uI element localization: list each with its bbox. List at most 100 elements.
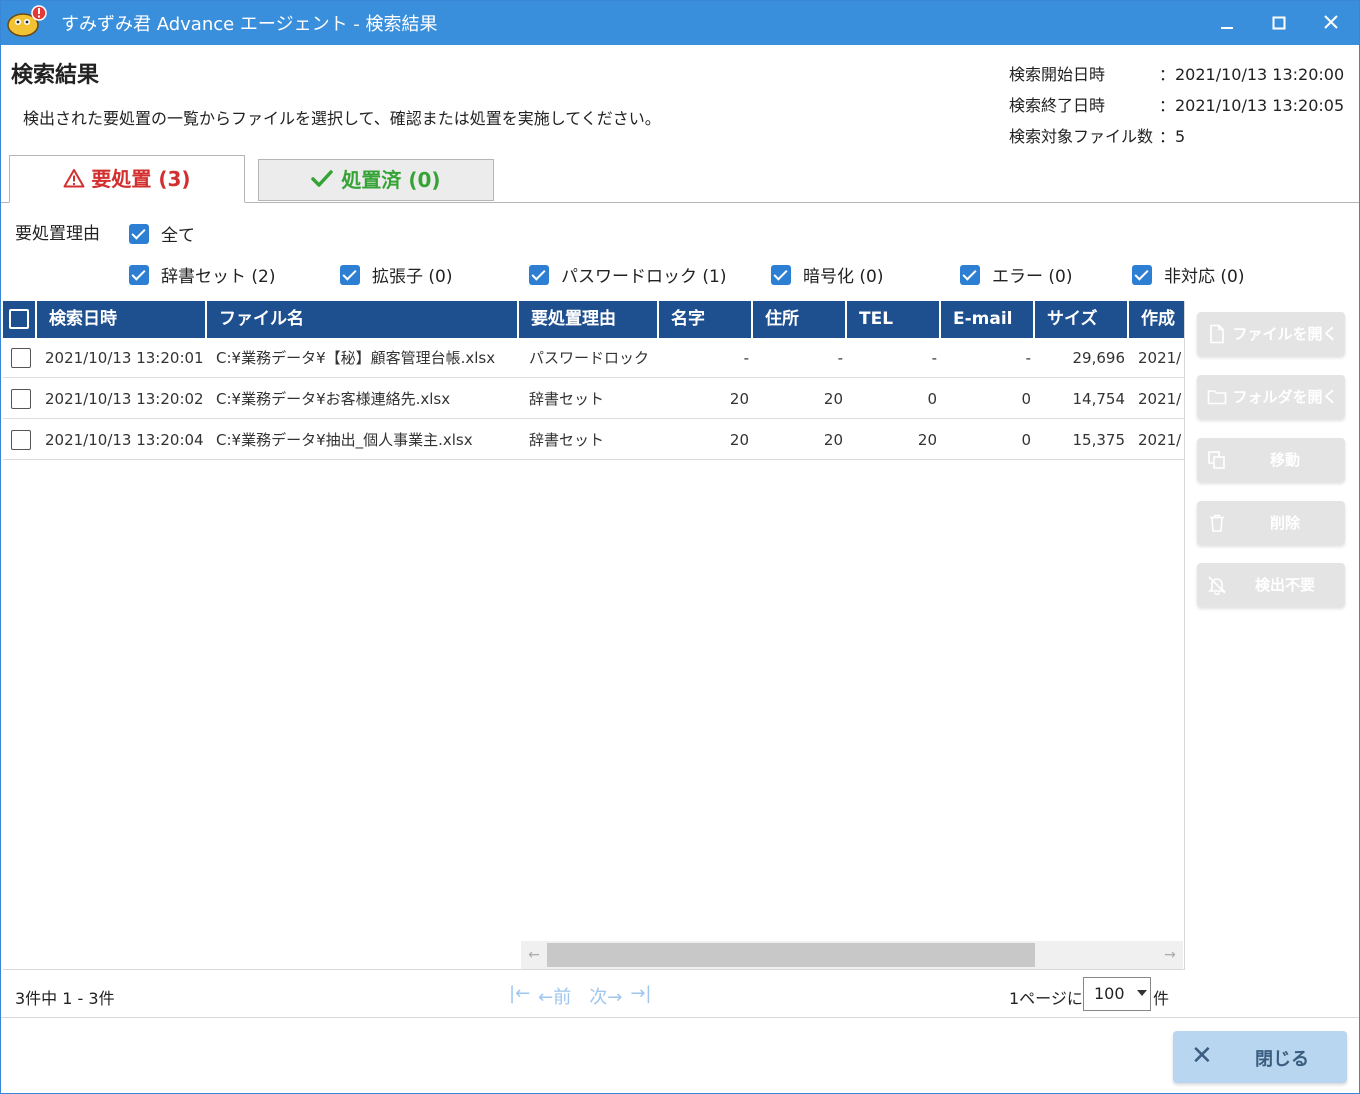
move-button[interactable]: 移動 [1197,438,1345,482]
page-description: 検出された要処置の一覧からファイルを選択して、確認または処置を実施してください。 [23,109,661,128]
column-header[interactable]: 名字 [659,301,753,338]
tab-label: 要処置 (3) [91,167,191,191]
cell-email: 0 [1021,390,1031,408]
button-label: 閉じる [1255,1049,1309,1070]
cell-address: 20 [823,390,843,408]
checkbox-label: パスワードロック (1) [561,267,727,287]
row-checkbox[interactable] [11,348,31,368]
app-logo-icon [7,5,47,37]
meta-label: 検索開始日時 [1009,65,1106,84]
cell-email: 0 [1021,431,1031,449]
checkbox-checked-icon [129,264,149,285]
meta-value: ：5 [1159,127,1186,146]
button-label: 検出不要 [1254,576,1315,594]
filter-label: 要処置理由 [15,224,100,244]
row-checkbox[interactable] [11,430,31,450]
open-folder-button[interactable]: フォルダを開く [1197,375,1345,419]
bell-off-icon [1208,576,1226,595]
button-label: 移動 [1269,451,1300,469]
column-header[interactable]: 住所 [753,301,847,338]
filter-unsupported-checkbox[interactable]: 非対応 (0) [1132,262,1244,287]
button-label: 削除 [1269,514,1300,532]
search-start-time: 検索開始日時 ：2021/10/13 13:20:00 [1009,61,1344,85]
scroll-left-icon[interactable]: ← [521,941,547,969]
footer-divider [3,969,1185,970]
checkbox-checked-icon [960,264,980,285]
cell-reason: 辞書セット [529,431,605,449]
no-detection-button[interactable]: 検出不要 [1197,563,1345,607]
title-bar[interactable]: すみずみ君 Advance エージェント - 検索結果 [1,1,1359,45]
checkbox-checked-icon [340,264,360,285]
column-header[interactable]: 要処置理由 [519,301,659,338]
row-checkbox[interactable] [11,389,31,409]
pager: |← ←前 次→ →| [509,983,652,1009]
delete-button[interactable]: 削除 [1197,501,1345,545]
close-button[interactable]: ✕ 閉じる [1173,1031,1347,1083]
filter-extension-checkbox[interactable]: 拡張子 (0) [340,262,452,287]
column-header[interactable]: TEL [847,301,941,338]
next-page-button[interactable]: 次→ [589,983,622,1009]
cell-tel: - [931,349,937,367]
scrollbar-thumb[interactable] [547,943,1035,967]
table-row[interactable]: 2021/10/13 13:20:01 C:¥業務データ¥【秘】顧客管理台帳.x… [3,338,1184,378]
bottom-divider [1,1017,1359,1018]
column-header[interactable]: 検索日時 [37,301,207,338]
result-grid: 検索日時 ファイル名 要処置理由 名字 住所 TEL E-mail サイズ 作成… [3,301,1185,969]
checkbox-label: エラー (0) [992,267,1073,287]
tab-action-required[interactable]: 要処置 (3) [9,155,245,203]
filter-all-checkbox[interactable]: 全て [129,221,195,246]
cell-size: 15,375 [1072,431,1126,449]
cell-file-name: C:¥業務データ¥お客様連絡先.xlsx [216,390,451,408]
close-icon[interactable] [1311,9,1351,37]
meta-label: 検索終了日時 [1009,96,1106,115]
close-x-icon: ✕ [1191,1041,1213,1071]
checkbox-checked-icon [771,264,791,285]
search-end-time: 検索終了日時 ：2021/10/13 13:20:05 [1009,92,1344,116]
scroll-right-icon[interactable]: → [1157,941,1183,969]
checkbox-label: 全て [161,226,195,246]
per-page-select[interactable]: 100 [1083,977,1151,1011]
cell-search-time: 2021/10/13 13:20:01 [45,349,204,367]
table-row[interactable]: 2021/10/13 13:20:02 C:¥業務データ¥お客様連絡先.xlsx… [3,379,1184,419]
horizontal-scrollbar[interactable]: ← → [521,941,1183,969]
column-header[interactable]: サイズ [1035,301,1129,338]
cell-created: 2021/ [1138,390,1182,408]
checkbox-label: 辞書セット (2) [161,267,276,287]
open-file-button[interactable]: ファイルを開く [1197,312,1345,356]
filter-dictionary-checkbox[interactable]: 辞書セット (2) [129,262,275,287]
tab-label: 処置済 (0) [341,168,441,192]
header-select-all[interactable] [3,301,37,338]
cell-search-time: 2021/10/13 13:20:02 [45,390,204,408]
checkbox-checked-icon [1132,264,1152,285]
prev-page-button[interactable]: ←前 [538,983,571,1009]
minimize-icon[interactable] [1207,9,1247,37]
filter-error-checkbox[interactable]: エラー (0) [960,262,1072,287]
checkbox-label: 暗号化 (0) [803,267,884,287]
tab-handled[interactable]: 処置済 (0) [258,159,494,201]
checkbox-checked-icon [529,264,549,285]
cell-created: 2021/ [1138,431,1182,449]
first-page-button[interactable]: |← [509,983,530,1009]
chevron-down-icon [1137,990,1147,996]
page-title: 検索結果 [11,63,100,88]
filter-password-checkbox[interactable]: パスワードロック (1) [529,262,726,287]
meta-label: 検索対象ファイル数 [1009,127,1154,146]
cell-created: 2021/ [1138,349,1182,367]
last-page-button[interactable]: →| [630,983,651,1009]
column-header[interactable]: ファイル名 [207,301,519,338]
cell-size: 29,696 [1072,349,1126,367]
cell-surname: - [743,349,749,367]
column-header[interactable]: 作成 [1129,301,1184,338]
window-title: すみずみ君 Advance エージェント - 検索結果 [61,14,438,35]
filter-encryption-checkbox[interactable]: 暗号化 (0) [771,262,883,287]
maximize-icon[interactable] [1259,9,1299,37]
table-row[interactable]: 2021/10/13 13:20:04 C:¥業務データ¥抽出_個人事業主.xl… [3,420,1184,460]
cell-address: 20 [823,431,843,449]
check-icon [311,170,334,187]
search-file-count: 検索対象ファイル数 ：5 [1009,123,1185,147]
cell-address: - [837,349,843,367]
button-label: フォルダを開く [1232,388,1338,406]
checkbox-unchecked-icon [9,309,29,329]
column-header[interactable]: E-mail [941,301,1035,338]
checkbox-label: 非対応 (0) [1164,267,1245,287]
